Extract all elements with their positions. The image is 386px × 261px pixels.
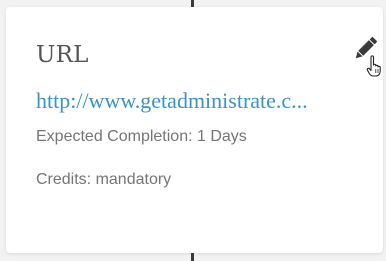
canvas: URL http://www.getadministrate.c... Expe… bbox=[0, 0, 386, 261]
activity-card: URL http://www.getadministrate.c... Expe… bbox=[6, 7, 383, 253]
timeline-connector-bottom bbox=[191, 253, 194, 261]
edit-button[interactable] bbox=[348, 31, 382, 77]
card-title: URL bbox=[36, 42, 89, 68]
url-link[interactable]: http://www.getadministrate.c... bbox=[36, 89, 366, 113]
timeline-connector-top bbox=[191, 0, 194, 7]
expected-completion-text: Expected Completion: 1 Days bbox=[36, 128, 247, 145]
credits-text: Credits: mandatory bbox=[36, 171, 172, 188]
hand-pointer-icon bbox=[366, 55, 381, 77]
pencil-icon bbox=[355, 37, 381, 77]
